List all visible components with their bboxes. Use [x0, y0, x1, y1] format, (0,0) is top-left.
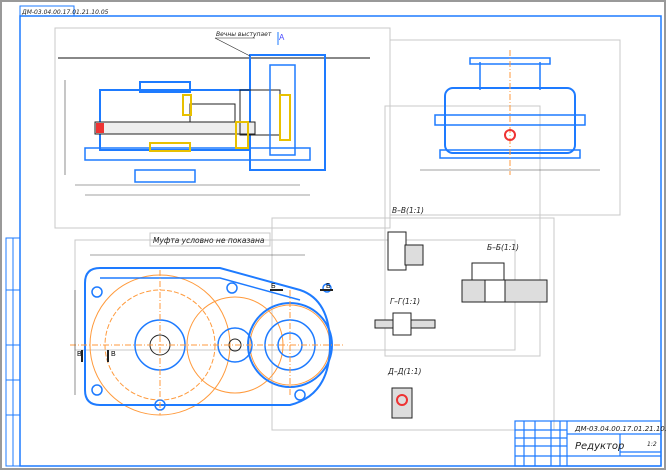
sheet-border	[0, 0, 666, 470]
view-arrow-a-label: А	[279, 33, 285, 42]
section-v-mark-right: В	[111, 351, 116, 358]
section-b-title: Б–Б(1:1)	[487, 243, 519, 252]
coupling-note: Муфта условно не показана	[153, 236, 265, 245]
assembly-drawing: ДМ-03.04.00.17.01.21.10.05 Вечны выступа…	[0, 0, 666, 470]
title-block-scale: 1:2	[647, 441, 657, 448]
section-d-title: Д–Д(1:1)	[387, 367, 421, 376]
section-b-mark-left: Б	[271, 283, 276, 290]
title-block-code: ДМ-03.04.00.17.01.21.10.05	[574, 425, 666, 433]
section-v-title: В–В(1:1)	[392, 206, 424, 215]
title-block-title: Редуктор	[575, 441, 624, 452]
leader-note: Вечны выступает	[216, 31, 272, 38]
section-v-mark-left: В	[77, 351, 82, 358]
section-g-title: Г–Г(1:1)	[390, 297, 420, 306]
top-stamp-code: ДМ-03.04.00.17.01.21.10.05	[21, 9, 109, 16]
section-b-mark-right: Б	[326, 283, 331, 290]
